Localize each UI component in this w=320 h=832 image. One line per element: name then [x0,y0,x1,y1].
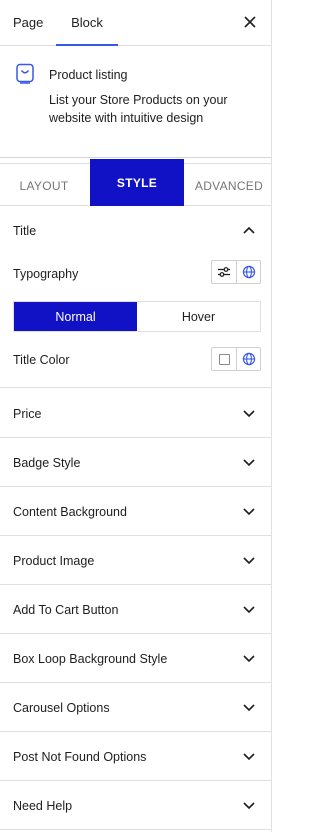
typography-controls [211,260,261,284]
chevron-down-icon [243,655,255,663]
panel-product-image[interactable]: Product Image [0,536,272,585]
panel-label: Box Loop Background Style [13,652,168,666]
panel-label: Post Not Found Options [13,750,147,764]
panel-add-to-cart-button[interactable]: Add To Cart Button [0,585,272,634]
color-picker-button[interactable] [212,348,236,370]
block-name: Product listing [49,68,128,82]
title-color-label: Title Color [13,353,70,367]
panel-badge-style[interactable]: Badge Style [0,438,272,487]
chevron-down-icon [243,704,255,712]
chevron-down-icon [243,753,255,761]
title-panel-heading[interactable]: Title [13,224,36,238]
globe-icon [242,265,255,279]
sliders-icon [218,267,230,277]
chevron-down-icon [243,557,255,565]
panel-content-background[interactable]: Content Background [0,487,272,536]
title-panel: Title Typography Normal Hover Title Colo… [0,206,272,388]
panel-post-not-found-options[interactable]: Post Not Found Options [0,732,272,781]
chevron-down-icon [243,410,255,418]
tab-page[interactable]: Page [13,0,43,46]
color-swatch [218,353,230,365]
close-icon[interactable] [241,13,259,31]
typography-global-button[interactable] [236,261,260,283]
block-description: List your Store Products on your website… [49,93,228,125]
panel-label: Need Help [13,799,73,813]
inspector-tabs: Page Block [0,0,271,46]
style-tabs: LAYOUT STYLE ADVANCED [0,157,272,206]
block-card: Product listing List your Store Products… [0,46,271,164]
chevron-down-icon [243,802,255,810]
typography-label: Typography [13,267,79,281]
chevron-down-icon [243,459,255,467]
state-toggle: Normal Hover [13,301,261,332]
tab-block[interactable]: Block [56,0,118,46]
panel-carousel-options[interactable]: Carousel Options [0,683,272,732]
tab-layout[interactable]: LAYOUT [0,158,88,206]
panel-label: Content Background [13,505,127,519]
panel-label: Price [13,407,42,421]
title-color-controls [211,347,261,371]
globe-icon [242,352,255,366]
chevron-down-icon [243,606,255,614]
chevron-down-icon [243,508,255,516]
tab-style[interactable]: STYLE [90,159,184,206]
panel-need-help[interactable]: Need Help [0,781,272,830]
panel-label: Add To Cart Button [13,603,119,617]
state-normal-button[interactable]: Normal [14,302,137,331]
block-inspector-panel: Page Block Product listing List your Sto… [0,0,272,832]
shopping-bag-icon [16,63,34,84]
panel-box-loop-background[interactable]: Box Loop Background Style [0,634,272,683]
state-hover-button[interactable]: Hover [137,302,260,331]
typography-settings-button[interactable] [212,261,236,283]
panel-price[interactable]: Price [0,389,272,438]
color-global-button[interactable] [236,348,260,370]
panel-label: Carousel Options [13,701,110,715]
tab-advanced[interactable]: ADVANCED [186,158,272,206]
panel-label: Badge Style [13,456,81,470]
chevron-up-icon[interactable] [242,225,256,235]
panel-label: Product Image [13,554,95,568]
